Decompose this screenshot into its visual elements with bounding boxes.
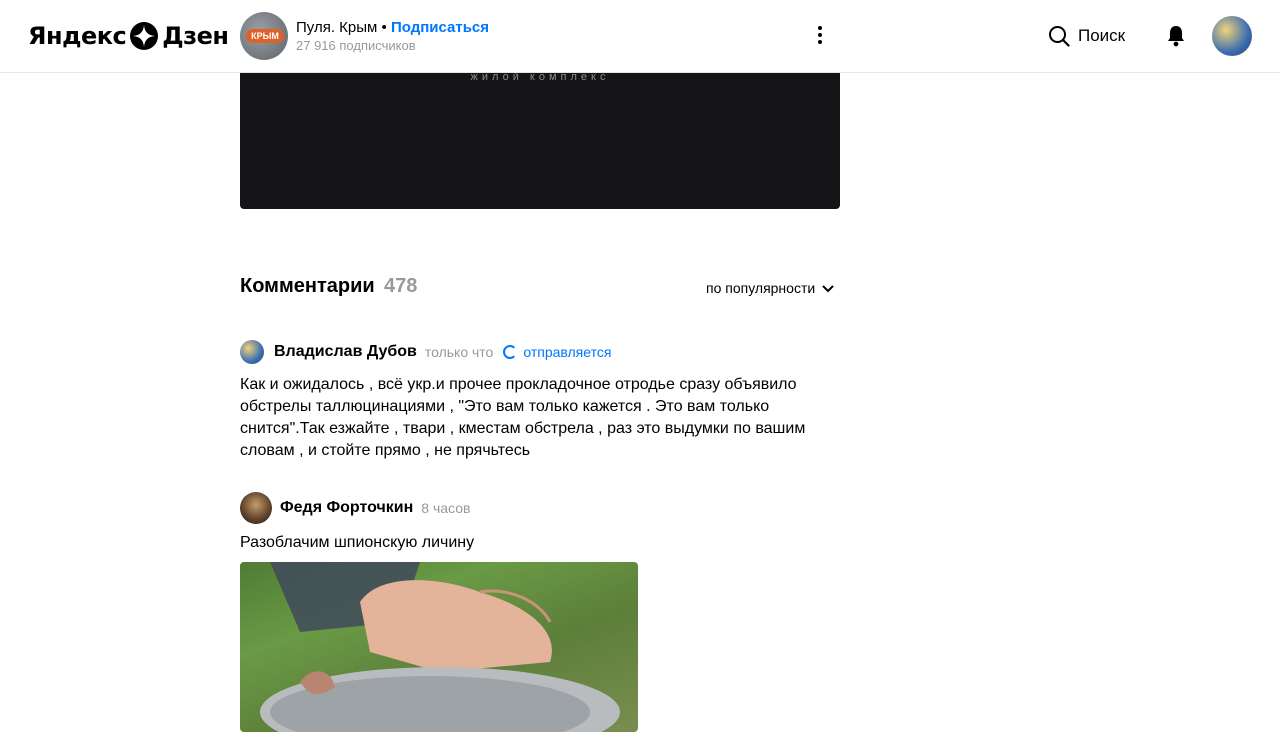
comment-header: Владислав Дубов только что отправляется <box>240 339 840 365</box>
comment-text: Разоблачим шпионскую личину <box>240 534 475 551</box>
comments-count: 478 <box>384 275 418 297</box>
top-bar: Яндекс Дзен КРЫМ Пуля. Крым • Подписатьс… <box>0 0 1280 73</box>
channel-avatar[interactable]: КРЫМ <box>240 12 288 60</box>
zen-logo[interactable]: Яндекс Дзен <box>28 22 229 50</box>
channel-info: Пуля. Крым • Подписаться 27 916 подписчи… <box>296 18 489 54</box>
comment-item: Федя Форточкин 8 часов Разоблачим шпионс… <box>240 492 840 554</box>
subscriber-count: 27 916 подписчиков <box>296 38 416 53</box>
user-avatar[interactable] <box>1212 16 1252 56</box>
zen-star-icon <box>130 22 159 50</box>
logo-text-right: Дзен <box>162 22 229 50</box>
comment-text: Как и ожидалось , всё укр.и прочее прокл… <box>240 376 806 459</box>
sort-label: по популярности <box>706 280 816 296</box>
channel-line: Пуля. Крым • Подписаться <box>296 18 489 38</box>
comment-author-avatar[interactable] <box>240 492 272 524</box>
comment-time: только что <box>424 344 494 360</box>
video-player[interactable]: жилой комплекс <box>240 72 840 209</box>
comment-image[interactable] <box>240 562 638 732</box>
separator-dot: • <box>381 19 387 36</box>
comment-header: Федя Форточкин 8 часов <box>240 492 840 524</box>
bell-icon[interactable] <box>1165 24 1187 48</box>
search-label: Поиск <box>1078 26 1126 45</box>
comment-item: Владислав Дубов только что отправляется … <box>240 339 840 462</box>
search-icon <box>1049 26 1070 47</box>
search-button[interactable]: Поиск <box>1048 24 1125 48</box>
loading-spinner-icon <box>503 345 518 359</box>
sort-dropdown[interactable]: по популярности <box>706 278 835 298</box>
video-caption: жилой комплекс <box>470 71 610 83</box>
subscribe-button[interactable]: Подписаться <box>391 19 489 36</box>
chevron-down-icon <box>822 285 834 293</box>
comment-time: 8 часов <box>421 500 471 516</box>
comments-title: Комментарии <box>240 275 375 297</box>
comment-author-avatar[interactable] <box>240 340 264 364</box>
channel-name[interactable]: Пуля. Крым <box>296 19 377 36</box>
comment-author[interactable]: Федя Форточкин <box>280 499 413 517</box>
comment-author[interactable]: Владислав Дубов <box>274 343 417 361</box>
fish-in-hand-image <box>260 562 620 732</box>
more-icon[interactable] <box>808 24 832 48</box>
channel-avatar-badge: КРЫМ <box>246 29 284 43</box>
comment-status-label: отправляется <box>523 344 612 360</box>
logo-text-left: Яндекс <box>28 22 127 50</box>
comment-status: отправляется <box>503 344 611 360</box>
channel-block: КРЫМ Пуля. Крым • Подписаться 27 916 под… <box>240 12 489 60</box>
